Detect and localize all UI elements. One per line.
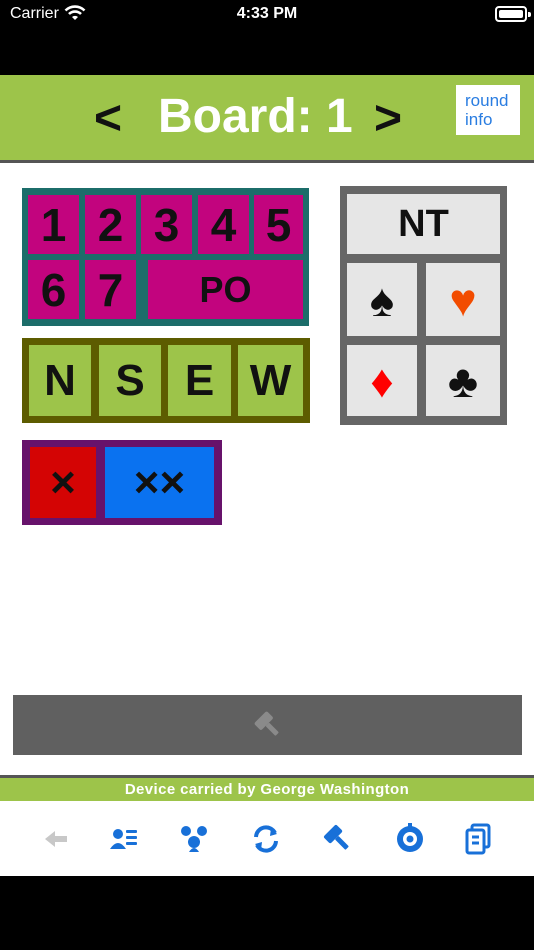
header-bar: < Board: 1 > round info (0, 75, 534, 163)
level-button-7[interactable]: 7 (85, 260, 136, 319)
player-list-icon[interactable] (104, 819, 144, 859)
diamond-button[interactable]: ♦ (347, 345, 417, 416)
level-button-5[interactable]: 5 (254, 195, 303, 254)
club-button[interactable]: ♣ (426, 345, 500, 416)
home-indicator-area (0, 876, 534, 950)
gavel-icon[interactable] (318, 819, 358, 859)
seat-selector: N S E W (22, 338, 310, 423)
redouble-button[interactable]: ×× (105, 447, 214, 518)
seat-button-north[interactable]: N (29, 345, 91, 416)
seat-button-west[interactable]: W (238, 345, 303, 416)
gavel-icon (254, 711, 279, 736)
seat-button-east[interactable]: E (168, 345, 231, 416)
level-button-4[interactable]: 4 (198, 195, 249, 254)
level-button-3[interactable]: 3 (141, 195, 192, 254)
strain-selector: NT ♠ ♥ ♦ ♣ (340, 186, 507, 425)
round-info-label-line2: info (465, 110, 493, 129)
level-button-6[interactable]: 6 (28, 260, 79, 319)
clock: 4:33 PM (236, 5, 298, 22)
refresh-icon[interactable] (246, 819, 286, 859)
bottom-toolbar (0, 801, 534, 876)
round-info-button[interactable]: round info (456, 85, 520, 135)
scorecard-icon[interactable] (458, 819, 498, 859)
board-title: Board: 1 (158, 90, 353, 143)
pass-out-button[interactable]: PO (148, 260, 303, 319)
heart-button[interactable]: ♥ (426, 263, 500, 336)
round-info-label-line1: round (465, 91, 509, 110)
seat-button-south[interactable]: S (99, 345, 161, 416)
double-selector: × ×× (22, 440, 222, 525)
status-bar: Carrier 4:33 PM (0, 0, 534, 75)
group-icon[interactable] (174, 819, 214, 859)
submit-bid-button[interactable] (13, 695, 522, 755)
battery-icon (495, 6, 531, 22)
level-button-2[interactable]: 2 (85, 195, 136, 254)
level-selector: 1 2 3 4 5 6 7 PO (22, 188, 309, 326)
notrump-button[interactable]: NT (347, 194, 500, 254)
previous-board-button[interactable]: < (94, 91, 122, 146)
double-button[interactable]: × (30, 447, 96, 518)
spade-button[interactable]: ♠ (347, 263, 417, 336)
settings-icon[interactable] (390, 819, 430, 859)
device-owner-label: Device carried by George Washington (0, 778, 534, 801)
next-board-button[interactable]: > (374, 91, 402, 146)
level-button-1[interactable]: 1 (28, 195, 79, 254)
back-arrow-icon[interactable] (36, 819, 76, 859)
